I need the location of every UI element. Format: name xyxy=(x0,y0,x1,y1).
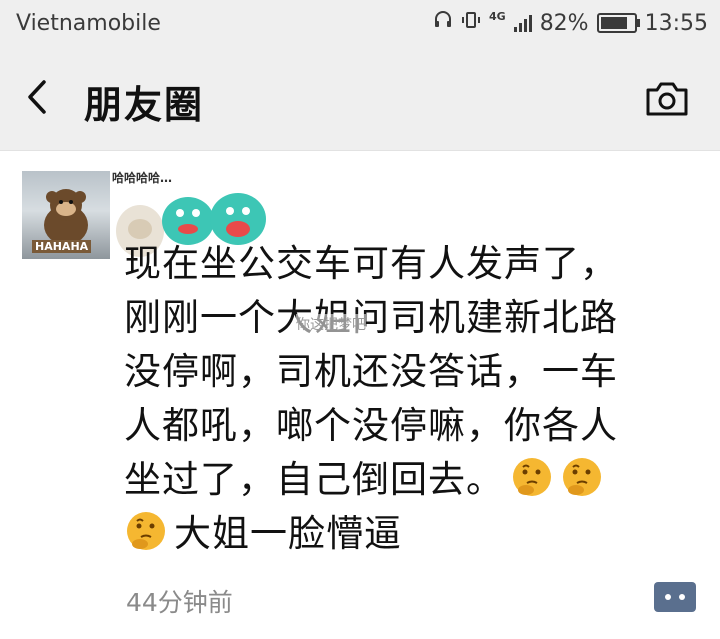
moment-post: HAHAHA 哈哈哈哈… 现在坐公交车可有人发声了， 刚刚一个大姐问司机建新北路… xyxy=(0,151,720,639)
post-text: 现在坐公交车可有人发声了， 刚刚一个大姐问司机建新北路 没停啊，司机还没答话，一… xyxy=(124,237,704,561)
post-timestamp: 44分钟前 xyxy=(126,588,233,617)
battery-percent: 82% xyxy=(539,10,589,36)
sticker-text: 哈哈哈哈… xyxy=(112,171,173,185)
back-button[interactable] xyxy=(22,72,62,122)
avatar-caption: HAHAHA xyxy=(32,240,92,253)
camera-button[interactable] xyxy=(644,78,690,118)
post-line-with-emoji: 大姐一脸懵逼 xyxy=(124,507,704,561)
network-type: 4G xyxy=(489,10,506,23)
post-line: 人都吼，啷个没停嘛，你各人 xyxy=(124,404,618,447)
signal-icon xyxy=(513,14,532,32)
avatar[interactable]: HAHAHA xyxy=(22,171,110,259)
dot-icon xyxy=(679,594,685,600)
app-header: 朋友圈 xyxy=(0,50,720,151)
clock: 13:55 xyxy=(644,10,708,36)
post-line: 坐过了，自己倒回去。 xyxy=(124,458,504,501)
post-line: 现在坐公交车可有人发声了， xyxy=(124,242,618,285)
watermark-text: 你这把梦吧 xyxy=(296,314,366,334)
post-line: 大姐一脸懵逼 xyxy=(174,512,402,555)
status-icons: 4G 82% 13:55 xyxy=(433,10,708,36)
thinking-face-icon xyxy=(513,458,551,496)
thinking-face-icon xyxy=(563,458,601,496)
thinking-face-icon xyxy=(127,512,165,550)
camera-icon xyxy=(646,82,688,116)
headphones-icon xyxy=(433,10,453,36)
post-line: 没停啊，司机还没答话，一车 xyxy=(124,350,618,393)
page-title: 朋友圈 xyxy=(84,83,205,127)
status-bar: Vietnamobile 4G 82% 13:55 xyxy=(0,0,720,50)
post-line: 刚刚一个大姐问司机建新北路 xyxy=(124,296,618,339)
battery-icon xyxy=(596,13,640,33)
dot-icon xyxy=(665,594,671,600)
comment-button[interactable] xyxy=(654,582,696,612)
post-line-with-emoji: 坐过了，自己倒回去。 xyxy=(124,453,704,507)
carrier-label: Vietnamobile xyxy=(16,11,161,36)
vibrate-icon xyxy=(461,10,481,36)
chevron-left-icon xyxy=(28,80,46,114)
